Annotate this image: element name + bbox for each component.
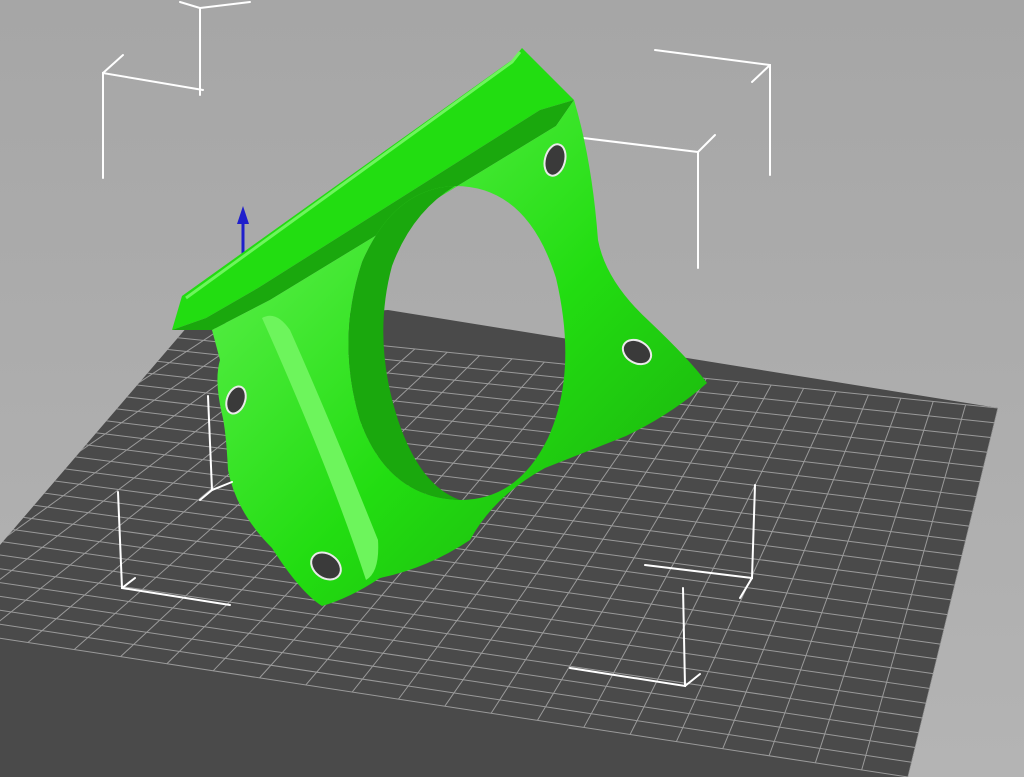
3d-scene[interactable]	[0, 0, 1024, 777]
3d-viewport[interactable]	[0, 0, 1024, 777]
